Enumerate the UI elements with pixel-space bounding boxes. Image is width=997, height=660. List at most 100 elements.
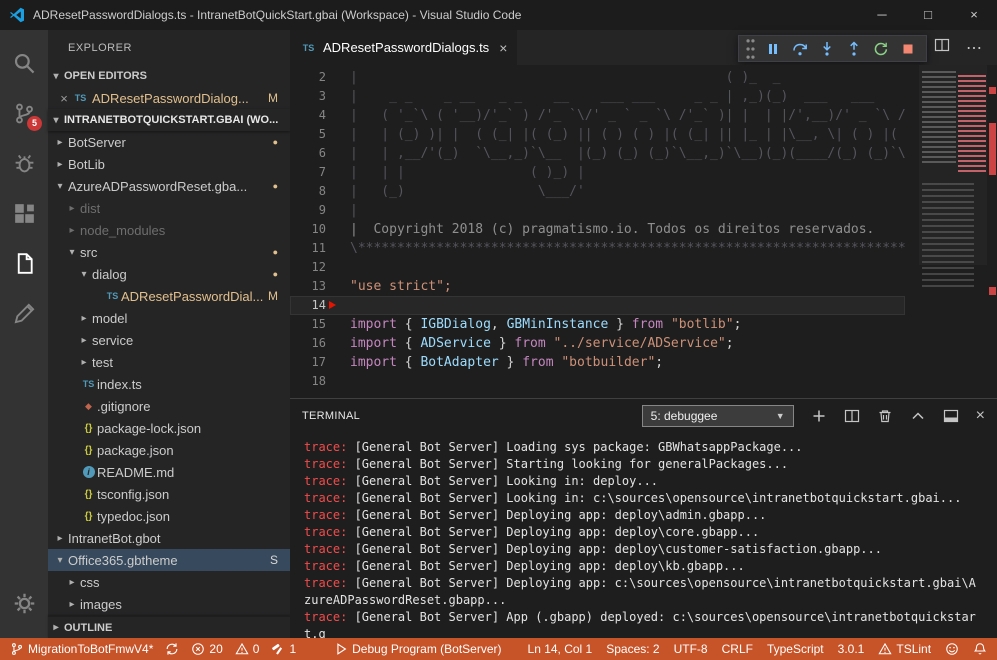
tree-item-typedoc-json[interactable]: {}typedoc.json — [48, 505, 290, 527]
tree-item-node-modules[interactable]: ▸node_modules — [48, 219, 290, 241]
close-panel-icon[interactable]: × — [976, 408, 985, 424]
code-line-5[interactable]: 5| | (_) )| | ( (_| |( (_) || ( ) ( ) |(… — [290, 125, 905, 144]
tree-item-src[interactable]: ▾src● — [48, 241, 290, 263]
code-editor[interactable]: 2| ( )_ _ |3| _ _ _ __ _ _ __ ___ ___ _ … — [290, 65, 997, 398]
code-line-8[interactable]: 8| (_) \___/' | — [290, 182, 905, 201]
pause-button[interactable] — [759, 36, 786, 61]
new-terminal-icon[interactable] — [811, 408, 827, 424]
tree-item-package-json[interactable]: {}package.json — [48, 439, 290, 461]
code-line-14[interactable]: 14 — [290, 296, 905, 315]
warning-count[interactable]: 0 — [235, 642, 260, 656]
tree-item-index-ts[interactable]: TSindex.ts — [48, 373, 290, 395]
notifications-bell-icon[interactable] — [973, 642, 987, 656]
typescript-version[interactable]: 3.0.1 — [838, 642, 865, 656]
code-line-7[interactable]: 7| | | ( )_) | | — [290, 163, 905, 182]
code-line-10[interactable]: 10| Copyright 2018 (c) pragmatismo.io. T… — [290, 220, 905, 239]
tree-item-service[interactable]: ▸service — [48, 329, 290, 351]
minimize-button[interactable]: ─ — [859, 0, 905, 30]
tree-item-dialog[interactable]: ▾dialog● — [48, 263, 290, 285]
chevron-right-icon: ▸ — [52, 159, 68, 170]
edit-pencil-icon[interactable] — [0, 288, 48, 338]
tree-item-images[interactable]: ▸images — [48, 593, 290, 615]
cursor-position[interactable]: Ln 14, Col 1 — [528, 642, 593, 656]
terminal-selector[interactable]: 5: debuggee ▼ — [642, 405, 794, 427]
search-icon[interactable] — [0, 38, 48, 88]
tree-item-botlib[interactable]: ▸BotLib — [48, 153, 290, 175]
debug-status[interactable]: Debug Program (BotServer) — [334, 642, 501, 656]
step-out-button[interactable] — [840, 36, 867, 61]
outline-header[interactable]: ▸ OUTLINE — [48, 616, 290, 638]
tree-item-readme-md[interactable]: iREADME.md — [48, 461, 290, 483]
extensions-icon[interactable] — [0, 188, 48, 238]
log-text: [General Bot Server] Deploying app: depl… — [347, 525, 759, 539]
branch-indicator[interactable]: MigrationToBotFmwV4* — [10, 642, 153, 656]
code-line-15[interactable]: 15import { IGBDialog, GBMinInstance } fr… — [290, 315, 905, 334]
changes-dot: ● — [273, 181, 290, 191]
indentation[interactable]: Spaces: 2 — [606, 642, 659, 656]
terminal-tab[interactable]: TERMINAL — [302, 410, 360, 422]
tree-item-css[interactable]: ▸css — [48, 571, 290, 593]
workspace-section-header[interactable]: ▾ INTRANETBOTQUICKSTART.GBAI (WO... — [48, 109, 290, 131]
log-text: [General Bot Server] Loading sys package… — [347, 440, 802, 454]
explorer-files-icon[interactable] — [0, 238, 48, 288]
tree-item-tsconfig-json[interactable]: {}tsconfig.json — [48, 483, 290, 505]
code-line-17[interactable]: 17import { BotAdapter } from "botbuilder… — [290, 353, 905, 372]
log-level: trace: — [304, 542, 347, 556]
eol-sequence[interactable]: CRLF — [722, 642, 753, 656]
code-line-16[interactable]: 16import { ADService } from "../service/… — [290, 334, 905, 353]
source-control-icon[interactable]: 5 — [0, 88, 48, 138]
feedback-smiley-icon[interactable] — [945, 642, 959, 656]
debug-icon[interactable] — [0, 138, 48, 188]
tree-item-test[interactable]: ▸test — [48, 351, 290, 373]
open-editor-item[interactable]: × TS ADResetPasswordDialog... M — [48, 87, 290, 109]
tab-adresetpassworddialogs[interactable]: TS ADResetPasswordDialogs.ts × — [290, 30, 517, 65]
tree-item-intranetbot-gbot[interactable]: ▸IntranetBot.gbot — [48, 527, 290, 549]
scrollbar[interactable] — [988, 65, 997, 398]
settings-gear-icon[interactable] — [0, 578, 48, 628]
close-editor-icon[interactable]: × — [56, 91, 72, 106]
step-over-button[interactable] — [786, 36, 813, 61]
tree-item-model[interactable]: ▸model — [48, 307, 290, 329]
step-into-button[interactable] — [813, 36, 840, 61]
more-actions-icon[interactable]: ⋯ — [966, 38, 983, 58]
maximize-button[interactable]: □ — [905, 0, 951, 30]
sync-icon[interactable] — [165, 642, 179, 656]
tree-item-dist[interactable]: ▸dist — [48, 197, 290, 219]
tslint-status[interactable]: TSLint — [878, 642, 931, 656]
maximize-panel-icon[interactable] — [910, 408, 926, 424]
restart-button[interactable] — [867, 36, 894, 61]
minimap[interactable] — [919, 65, 987, 398]
tree-item-adresetpassworddial[interactable]: TSADResetPasswordDial...M — [48, 285, 290, 307]
split-editor-icon[interactable] — [934, 37, 950, 58]
terminal-output[interactable]: trace: [General Bot Server] Loading sys … — [290, 432, 997, 638]
code-text — [350, 372, 905, 391]
tree-item-botserver[interactable]: ▸BotServer● — [48, 131, 290, 153]
code-line-3[interactable]: 3| _ _ _ __ _ _ __ ___ ___ _ _ | ,_)(_) … — [290, 87, 905, 106]
code-line-2[interactable]: 2| ( )_ _ | — [290, 68, 905, 87]
code-line-11[interactable]: 11\*************************************… — [290, 239, 905, 258]
tree-item-package-lock-json[interactable]: {}package-lock.json — [48, 417, 290, 439]
encoding[interactable]: UTF-8 — [674, 642, 708, 656]
code-line-13[interactable]: 13"use strict"; — [290, 277, 905, 296]
code-line-6[interactable]: 6| | ,__/'(_) `\__,_)`\__ |(_) (_) (_)`\… — [290, 144, 905, 163]
code-line-18[interactable]: 18 — [290, 372, 905, 391]
close-button[interactable]: × — [951, 0, 997, 30]
language-mode[interactable]: TypeScript — [767, 642, 824, 656]
tree-item-gitignore[interactable]: ◆.gitignore — [48, 395, 290, 417]
error-count[interactable]: 20 — [191, 642, 222, 656]
kill-terminal-trash-icon[interactable] — [877, 408, 893, 424]
drag-handle-icon[interactable] — [744, 40, 757, 58]
code-line-9[interactable]: 9| | — [290, 201, 905, 220]
code-line-4[interactable]: 4| ( '_`\ ( '__)/'_` ) /'_ `\/' _ ` _ `\… — [290, 106, 905, 125]
panel-layout-icon[interactable] — [943, 408, 959, 424]
tab-close-icon[interactable]: × — [499, 40, 507, 56]
split-terminal-icon[interactable] — [844, 408, 860, 424]
gutter-space — [326, 220, 350, 239]
open-editors-header[interactable]: ▾ OPEN EDITORS — [48, 65, 290, 87]
code-line-12[interactable]: 12 — [290, 258, 905, 277]
stop-button[interactable] — [894, 36, 921, 61]
tools-count[interactable]: 1 — [271, 642, 296, 656]
tree-item-office365-gbtheme[interactable]: ▾Office365.gbthemeS — [48, 549, 290, 571]
code-text: | ( )_ _ | — [350, 68, 905, 87]
tree-item-azureadpasswordreset-gba[interactable]: ▾AzureADPasswordReset.gba...● — [48, 175, 290, 197]
